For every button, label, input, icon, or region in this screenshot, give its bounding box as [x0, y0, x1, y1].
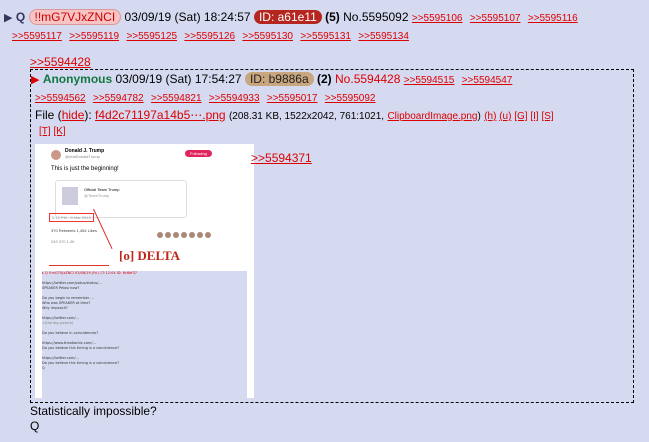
post-datetime: 03/09/19 (Sat) 18:24:57 [124, 10, 251, 24]
post-count: (5) [325, 10, 340, 24]
backlinks-row1: >>5595106 >>5595107 >>5595116 [412, 10, 582, 24]
post-number[interactable]: No.5595092 [343, 10, 408, 24]
q-label: Q [15, 10, 26, 24]
backlink[interactable]: >>5595134 [358, 31, 409, 42]
backlink[interactable]: >>5595125 [126, 31, 177, 42]
collapse-arrow-icon[interactable]: ▶ [31, 74, 39, 86]
file-label: File [35, 108, 55, 122]
quote-link[interactable]: >>5594428 [30, 55, 91, 69]
hide-link[interactable]: hide [62, 108, 85, 122]
backlink[interactable]: >>5594562 [35, 93, 86, 104]
file-info-line: File (hide): f4d2c71197a14b5⋯.png (208.3… [35, 108, 554, 122]
backlink[interactable]: >>5595017 [267, 93, 318, 104]
file-action-link[interactable]: [K] [53, 126, 65, 137]
op-header: ▶ Q !!mG7VJxZNCI 03/09/19 (Sat) 18:24:57… [4, 9, 582, 25]
post-image-thumbnail[interactable]: Donald J. Trump @realDonaldTrump Followi… [35, 144, 254, 398]
backlink[interactable]: >>5595126 [184, 31, 235, 42]
clipboard-filename[interactable]: ClipboardImage.png [387, 111, 477, 122]
backlink[interactable]: >>5594821 [151, 93, 202, 104]
backlink[interactable]: >>5594782 [93, 93, 144, 104]
delta-annotation: [o] DELTA [119, 248, 181, 263]
file-action-link[interactable]: [T] [39, 126, 51, 137]
poster-id-badge[interactable]: ID: b9886a [244, 72, 314, 86]
file-action-link[interactable]: (u) [499, 111, 511, 122]
follow-button: Following [185, 150, 212, 157]
backlink[interactable]: >>5595131 [300, 31, 351, 42]
liker-avatars [155, 227, 211, 241]
card-logo-icon [62, 187, 78, 205]
backlink[interactable]: >>5595107 [470, 13, 521, 24]
card-title: Official Team Trump [84, 187, 120, 192]
backlinks-row2: >>5594562 >>5594782 >>5594821 >>5594933 … [35, 90, 379, 104]
tripcode: !!mG7VJxZNCI [28, 9, 122, 25]
message-line-2: Q [30, 419, 40, 433]
avatar [51, 150, 61, 160]
post-number[interactable]: No.5594428 [335, 72, 400, 86]
tweet-stats: 370 Retweets 1,454 Likes [51, 228, 98, 233]
side-quote-link[interactable]: >>5594371 [251, 151, 312, 165]
post-datetime: 03/09/19 (Sat) 17:54:27 [115, 72, 242, 86]
backlink[interactable]: >>5594547 [462, 75, 513, 86]
tweet-timestamp: 5:12 PM - 8 Mar 2019 [49, 213, 94, 222]
file-action-link[interactable]: (h) [484, 111, 496, 122]
poster-name: Anonymous [42, 72, 113, 86]
filename-link[interactable]: f4d2c71197a14b5⋯.png [95, 108, 226, 122]
file-action-link[interactable]: [S] [541, 111, 553, 122]
file-action-link[interactable]: [G] [514, 111, 527, 122]
backlinks-row1: >>5594515 >>5594547 [404, 72, 517, 86]
backlink[interactable]: >>5594933 [209, 93, 260, 104]
backlink[interactable]: >>5595130 [242, 31, 293, 42]
card-subtitle: @TeamTrump [84, 193, 110, 198]
tweet-handle: @realDonaldTrump [65, 154, 100, 159]
file-action-link[interactable]: [I] [530, 111, 538, 122]
post-message: Statistically impossible? Q [30, 404, 157, 434]
file-metadata: (208.31 KB, 1522x2042, 761:1021, [228, 111, 385, 122]
backlinks-row2: >>5595117 >>5595119 >>5595125 >>5595126 … [12, 28, 413, 42]
poster-id-badge[interactable]: ID: a61e11 [253, 10, 322, 24]
annotation-underline [49, 265, 109, 266]
quoted-post-header: ▶ Anonymous 03/09/19 (Sat) 17:54:27 ID: … [31, 72, 516, 86]
backlink[interactable]: >>5595092 [325, 93, 376, 104]
file-action-links-2: [T] [K] [39, 126, 66, 137]
backlink[interactable]: >>5595117 [12, 31, 62, 42]
tweet-text: This is just the beginning! [51, 166, 119, 172]
post-count: (2) [317, 72, 332, 86]
message-line-1: Statistically impossible? [30, 404, 157, 418]
backlink[interactable]: >>5594515 [404, 75, 455, 86]
quoted-post: ▶ Anonymous 03/09/19 (Sat) 17:54:27 ID: … [30, 69, 634, 403]
collapse-arrow-icon[interactable]: ▶ [4, 12, 12, 24]
backlink[interactable]: >>5595119 [69, 31, 119, 42]
tweet-actions: 249 370 1.4K [51, 239, 75, 244]
backlink[interactable]: >>5595116 [528, 13, 578, 24]
backlink[interactable]: >>5595106 [412, 13, 463, 24]
embedded-post-screenshot: ▸ Q !!mG7VJxZNCI 03/08/19 (Fri) 17:12:04… [42, 271, 247, 398]
file-action-links: (h) (u) [G] [I] [S] [484, 111, 554, 122]
